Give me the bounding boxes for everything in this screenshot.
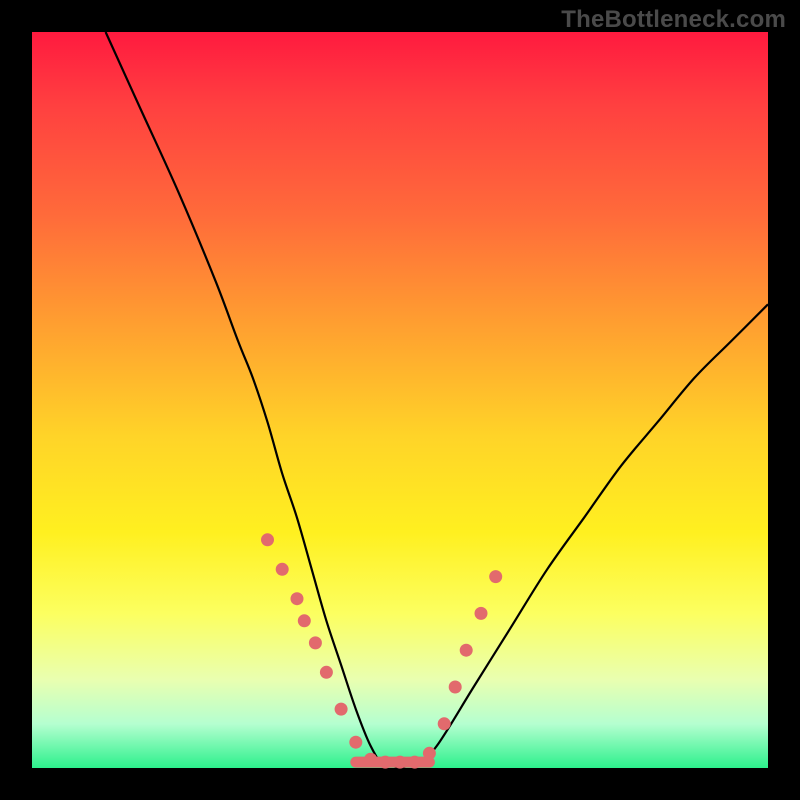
curve-marker [276, 563, 289, 576]
curve-marker [335, 703, 348, 716]
curve-marker [309, 636, 322, 649]
curve-marker [364, 753, 377, 766]
curve-marker [291, 592, 304, 605]
curve-markers [261, 533, 502, 768]
curve-marker [438, 717, 451, 730]
curve-marker [379, 756, 392, 769]
curve-marker [261, 533, 274, 546]
curve-marker [489, 570, 502, 583]
brand-watermark: TheBottleneck.com [561, 6, 786, 34]
bottleneck-curve [106, 32, 768, 770]
chart-svg [32, 32, 768, 768]
chart-frame: TheBottleneck.com [0, 0, 800, 800]
curve-marker [320, 666, 333, 679]
curve-marker [408, 756, 421, 769]
curve-marker [423, 747, 436, 760]
curve-marker [449, 681, 462, 694]
curve-marker [460, 644, 473, 657]
curve-marker [298, 614, 311, 627]
curve-marker [349, 736, 362, 749]
curve-marker [394, 756, 407, 769]
curve-marker [475, 607, 488, 620]
